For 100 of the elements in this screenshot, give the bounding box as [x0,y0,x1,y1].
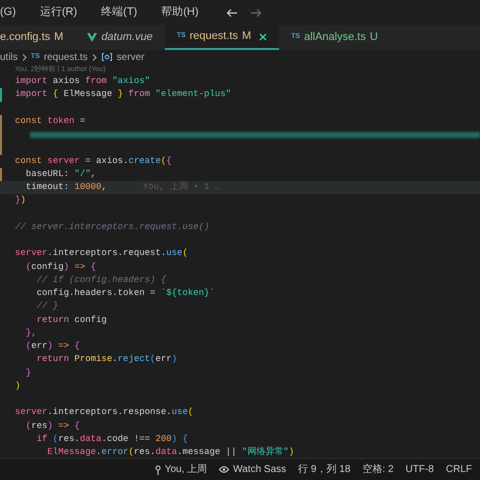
code-token: ( [182,248,188,258]
code-token: ) { [172,434,188,444]
git-status-label: M [242,29,252,44]
code-token: err [155,354,172,364]
code-token: return [36,354,70,364]
code-token: config [31,262,64,272]
code-token: => [57,420,70,430]
code-token: err [31,341,48,351]
status-item[interactable]: 行 9，列 18 [298,462,350,477]
code-token: // server.interceptors.request.use() [15,222,210,232]
code-token: = axios. [84,156,128,166]
code-token: ) [47,420,53,430]
variable-symbol-icon [100,53,113,61]
code-token: // if (config.headers) { [36,274,166,285]
code-token: { [74,341,80,351]
code-token: ( [188,407,194,418]
breadcrumb-item[interactable]: server [116,50,144,64]
code-token: => [57,341,70,351]
code-token: ( [128,447,134,457]
tab-label: datum.vue [101,30,153,46]
code-token: , [90,168,96,179]
code-token: error [101,447,128,457]
code-token: "/" [74,168,91,179]
code-token: from [85,76,107,86]
tab-label: request.ts [190,29,238,44]
git-status-label: U [370,30,378,46]
status-item[interactable]: 空格: 2 [362,462,394,477]
code-token: 10000 [74,182,102,192]
code-token: ElMessage [46,447,96,457]
code-token: reject [118,354,150,364]
code-token: import [15,76,48,86]
code-token: create [128,156,161,166]
chevron-icon [92,54,97,60]
code-token: ( [24,420,32,430]
code-token: => [73,262,86,272]
code-token: ) [15,380,20,391]
status-item[interactable]: CRLF [446,462,472,477]
v-logo-icon [87,33,98,42]
code-token: } [15,195,20,206]
code-token: ) [172,354,178,364]
code-token: axios [52,76,81,86]
code-token: data [80,434,102,444]
forward-arrow-icon[interactable] [250,8,262,18]
code-token: if [36,434,48,444]
code-token: Promise [73,354,112,364]
status-item[interactable]: UTF-8 [406,462,434,477]
code-token: ElMessage [64,89,112,100]
code-token: const [15,156,42,166]
code-token: "element-plus" [154,89,232,100]
code-token: return [36,314,70,324]
code-token: "网络异常" [242,447,289,457]
tab-label: allAnalyse.ts [304,30,366,46]
code-token: server [15,248,48,258]
code-token: `${token}` [160,288,215,298]
code-token: from [128,89,150,100]
code-token: ) [288,447,294,457]
code-token: .interceptors.response. [47,407,172,418]
code-token: const [15,116,42,126]
code-token: import [15,89,48,100]
code-token: } [24,368,32,378]
breadcrumb-item[interactable]: request.ts [44,50,88,64]
code-token: // } [36,301,58,312]
editor-tab[interactable]: datum.vue [75,25,165,50]
code-token: }, [24,328,37,338]
code-token: baseURL: [24,168,70,179]
code-token: 200 [155,434,172,444]
status-item[interactable]: Watch Sass [233,462,286,477]
close-icon[interactable] [259,32,268,40]
code-token: ) [64,262,70,272]
status-item[interactable]: You, 上周 [164,462,208,477]
back-arrow-icon[interactable] [226,8,238,18]
code-token: ) [47,341,53,351]
code-token: res. [58,434,80,444]
code-token: { [166,156,172,166]
code-token: ( [160,156,166,166]
menu-item[interactable]: 终端(T) [89,4,150,21]
code-token: "axios" [111,76,150,86]
code-token: { [52,89,60,100]
menu-item[interactable]: 帮助(H) [149,4,210,21]
code-token: = [78,116,86,126]
menu-item[interactable]: (G) [0,4,28,21]
code-token: ( [24,341,32,351]
code-token: } [116,89,124,100]
git-status-label: M [54,30,64,46]
code-token: ( [150,354,156,364]
code-token: token [46,116,74,126]
editor-tab[interactable]: e.config.ts M [0,25,76,50]
chevron-icon [22,54,27,60]
breadcrumb-item[interactable]: utils [0,50,18,64]
code-token: timeout: [24,182,70,192]
eye-icon [219,466,230,473]
code-token: . [96,447,102,457]
code-token: res. [134,447,156,457]
tab-label: e.config.ts [0,30,50,46]
code-token: ) [20,195,26,206]
code-token: .message || [177,447,238,457]
code-token: . [112,354,118,364]
code-token: server [15,407,48,418]
code-token: use [166,248,182,258]
menu-item[interactable]: 运行(R) [28,4,90,21]
